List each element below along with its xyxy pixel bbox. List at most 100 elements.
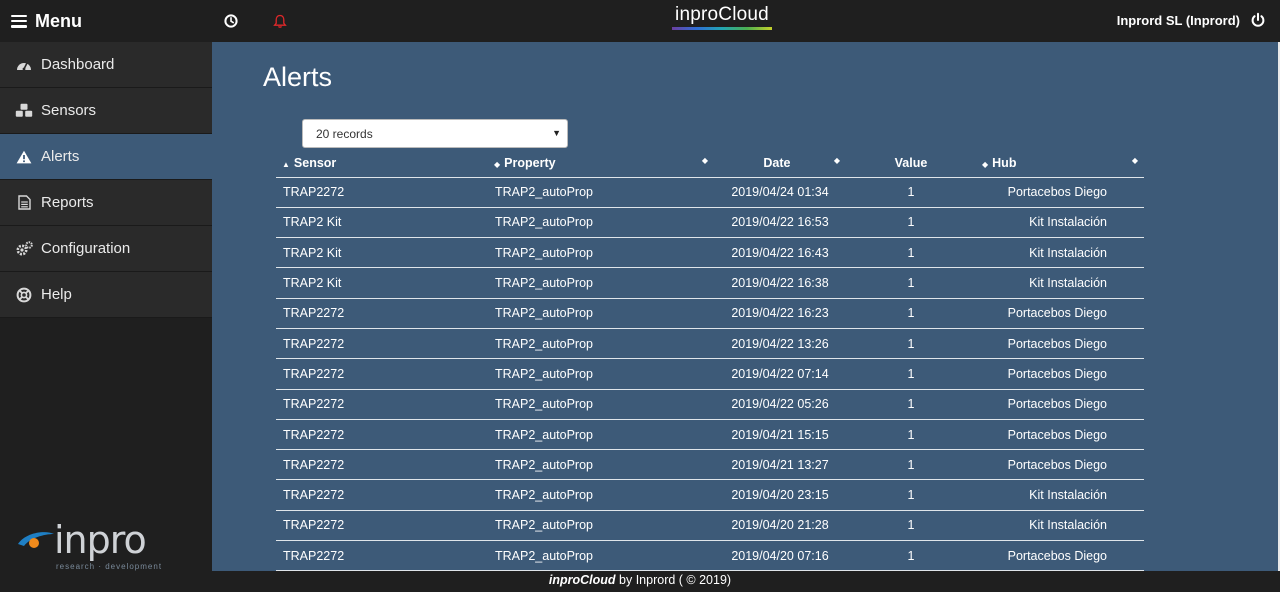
cell-value: 1 <box>846 540 976 572</box>
cell-sensor: TRAP2272 <box>276 419 488 451</box>
cell-value: 1 <box>846 237 976 269</box>
top-bar: Menu inproCloud Inprord SL (Inprord) <box>0 0 1280 42</box>
footer-brand: inproCloud <box>548 573 616 587</box>
cell-hub: Kit Instalación <box>976 237 1144 269</box>
cell-date: 2019/04/20 07:16 <box>714 540 846 572</box>
table-row[interactable]: TRAP2272 TRAP2_autoProp 2019/04/22 07:14 1 P… <box>276 358 1144 390</box>
sort-icon: ◆ <box>833 156 840 166</box>
history-icon[interactable] <box>222 12 240 30</box>
company-logo: inpro research · development <box>16 518 166 574</box>
cell-hub: Portacebos Diego <box>976 177 1144 208</box>
cubes-icon <box>15 102 33 120</box>
column-header-property[interactable]: ◆ Property ◆ <box>488 150 714 178</box>
footer-text: by Inprord ( © 2019) <box>615 573 732 587</box>
column-header-label: Value <box>894 156 928 171</box>
table-row[interactable]: TRAP2272 TRAP2_autoProp 2019/04/24 01:34 1 P… <box>276 177 1144 208</box>
cell-date: 2019/04/21 13:27 <box>714 449 846 481</box>
warning-icon <box>15 148 33 166</box>
brand-name: inproCloud <box>675 4 769 25</box>
column-header-label: Date <box>763 156 791 171</box>
table-row[interactable]: TRAP2272 TRAP2_autoProp 2019/04/21 15:15 1 P… <box>276 419 1144 451</box>
sidebar: Dashboard Sensors Alerts Reports Configu… <box>0 42 212 571</box>
power-icon[interactable] <box>1250 12 1266 28</box>
cell-sensor: TRAP2272 <box>276 358 488 390</box>
cell-sensor: TRAP2272 <box>276 328 488 360</box>
cell-value: 1 <box>846 449 976 481</box>
table-row[interactable]: TRAP2272 TRAP2_autoProp 2019/04/22 13:26 1 P… <box>276 328 1144 360</box>
table-row[interactable]: TRAP2272 TRAP2_autoProp 2019/04/20 21:28 1 K… <box>276 510 1144 542</box>
cell-property: TRAP2_autoProp <box>488 267 714 299</box>
cell-sensor: TRAP2272 <box>276 389 488 420</box>
cell-date: 2019/04/21 15:15 <box>714 419 846 451</box>
cell-hub: Portacebos Diego <box>976 389 1144 420</box>
cell-date: 2019/04/22 16:53 <box>714 207 846 239</box>
sidebar-item-configuration[interactable]: Configuration <box>0 226 212 272</box>
cell-date: 2019/04/20 21:28 <box>714 510 846 542</box>
logo-tagline: research · development <box>56 562 163 571</box>
sidebar-item-label: Reports <box>41 194 94 211</box>
cell-sensor: TRAP2272 <box>276 177 488 208</box>
bell-icon[interactable] <box>271 12 289 30</box>
dashboard-icon <box>15 56 33 74</box>
brand-logo[interactable]: inproCloud <box>672 4 772 30</box>
cell-sensor: TRAP2272 <box>276 298 488 329</box>
records-per-page-select[interactable]: 20 records ▼ <box>302 119 568 148</box>
table-row[interactable]: TRAP2272 TRAP2_autoProp 2019/04/20 07:16 1 P… <box>276 540 1144 572</box>
table-body: TRAP2272 TRAP2_autoProp 2019/04/24 01:34 1 P… <box>276 177 1144 572</box>
cell-hub: Portacebos Diego <box>976 298 1144 329</box>
cell-date: 2019/04/22 13:26 <box>714 328 846 360</box>
table-row[interactable]: TRAP2 Kit TRAP2_autoProp 2019/04/22 16:53 1… <box>276 207 1144 239</box>
cell-sensor: TRAP2 Kit <box>276 267 488 299</box>
table-row[interactable]: TRAP2 Kit TRAP2_autoProp 2019/04/22 16:38 1… <box>276 267 1144 299</box>
cell-property: TRAP2_autoProp <box>488 510 714 542</box>
cell-date: 2019/04/22 05:26 <box>714 389 846 420</box>
cell-property: TRAP2_autoProp <box>488 389 714 420</box>
sidebar-item-label: Configuration <box>41 240 131 257</box>
table-row[interactable]: TRAP2 Kit TRAP2_autoProp 2019/04/22 16:43 1… <box>276 237 1144 269</box>
sidebar-item-label: Sensors <box>41 102 97 119</box>
menu-toggle-button[interactable]: Menu <box>11 9 82 33</box>
cogs-icon <box>15 240 33 258</box>
sort-icon: ◆ <box>1131 156 1138 166</box>
table-row[interactable]: TRAP2272 TRAP2_autoProp 2019/04/21 13:27 1 P… <box>276 449 1144 481</box>
hamburger-icon <box>11 14 27 28</box>
cell-value: 1 <box>846 267 976 299</box>
account-name[interactable]: Inprord SL (Inprord) <box>1117 13 1240 28</box>
cell-hub: Portacebos Diego <box>976 449 1144 481</box>
column-header-hub[interactable]: ◆ Hub ◆ <box>976 150 1144 178</box>
sort-icon: ◆ <box>494 160 501 170</box>
cell-sensor: TRAP2 Kit <box>276 237 488 269</box>
cell-property: TRAP2_autoProp <box>488 237 714 269</box>
main-content: Alerts 20 records ▼ ▲︎ Sensor ◆ Property ◆ … <box>212 42 1278 572</box>
table-row[interactable]: TRAP2272 TRAP2_autoProp 2019/04/22 05:26 1 P… <box>276 389 1144 420</box>
sidebar-item-reports[interactable]: Reports <box>0 180 212 226</box>
cell-property: TRAP2_autoProp <box>488 177 714 208</box>
cell-hub: Kit Instalación <box>976 510 1144 542</box>
sidebar-item-dashboard[interactable]: Dashboard <box>0 42 212 88</box>
cell-property: TRAP2_autoProp <box>488 298 714 329</box>
sidebar-item-label: Dashboard <box>41 56 115 73</box>
sidebar-item-sensors[interactable]: Sensors <box>0 88 212 134</box>
table-row[interactable]: TRAP2272 TRAP2_autoProp 2019/04/20 23:15 1 K… <box>276 479 1144 511</box>
table-row[interactable]: TRAP2272 TRAP2_autoProp 2019/04/22 16:23 1 P… <box>276 298 1144 329</box>
cell-hub: Portacebos Diego <box>976 419 1144 451</box>
cell-sensor: TRAP2272 <box>276 479 488 511</box>
cell-hub: Portacebos Diego <box>976 328 1144 360</box>
cell-value: 1 <box>846 479 976 511</box>
sidebar-item-help[interactable]: Help <box>0 272 212 318</box>
cell-date: 2019/04/20 23:15 <box>714 479 846 511</box>
column-header-date[interactable]: Date ◆ <box>714 150 846 178</box>
cell-value: 1 <box>846 328 976 360</box>
column-header-sensor[interactable]: ▲︎ Sensor <box>276 150 488 178</box>
cell-property: TRAP2_autoProp <box>488 358 714 390</box>
cell-hub: Portacebos Diego <box>976 358 1144 390</box>
cell-property: TRAP2_autoProp <box>488 479 714 511</box>
life-ring-icon <box>15 286 33 304</box>
cell-hub: Kit Instalación <box>976 207 1144 239</box>
cell-value: 1 <box>846 358 976 390</box>
cell-hub: Kit Instalación <box>976 479 1144 511</box>
column-header-value[interactable]: Value <box>846 150 976 178</box>
cell-property: TRAP2_autoProp <box>488 328 714 360</box>
cell-sensor: TRAP2272 <box>276 449 488 481</box>
sidebar-item-alerts[interactable]: Alerts <box>0 134 212 180</box>
